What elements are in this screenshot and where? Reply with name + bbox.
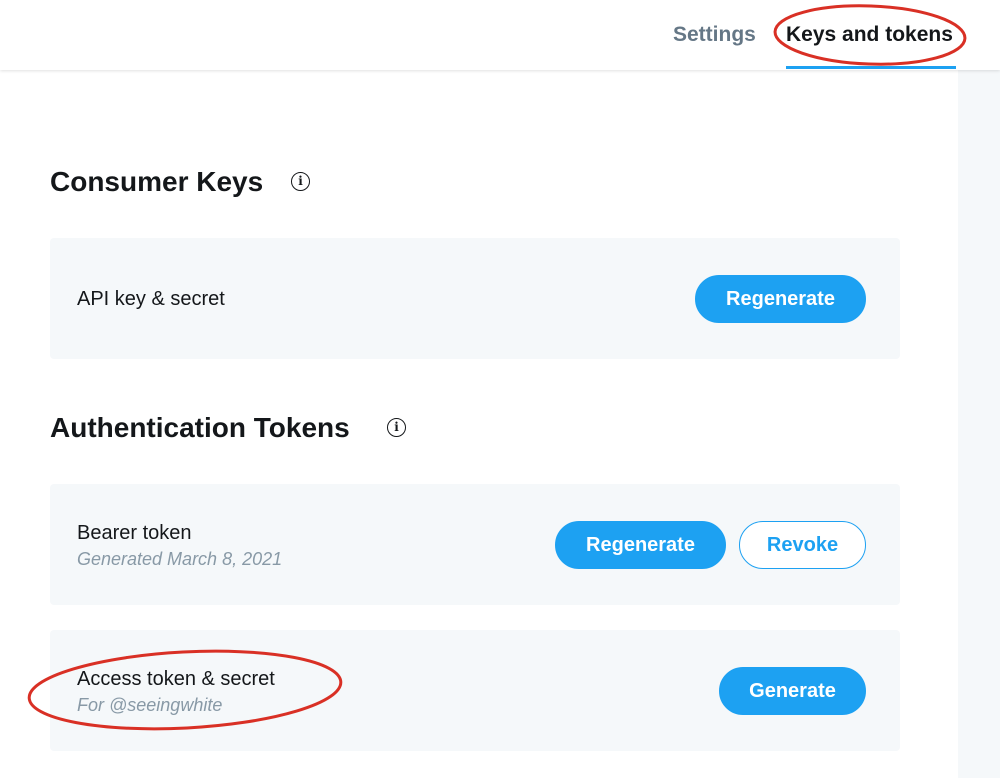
access-token-label: Access token & secret [77,668,275,690]
access-token-card: Access token & secret For @seeingwhite G… [50,630,900,751]
tab-settings[interactable]: Settings [673,22,756,48]
generate-access-token-button[interactable]: Generate [719,667,866,715]
bearer-token-date: Generated March 8, 2021 [77,549,283,569]
regenerate-bearer-button[interactable]: Regenerate [555,521,726,569]
consumer-keys-heading: Consumer Keys [50,166,264,197]
auth-tokens-heading: Authentication Tokens [50,412,350,443]
regenerate-api-key-button[interactable]: Regenerate [695,275,866,323]
api-key-label: API key & secret [77,288,225,310]
api-key-card: API key & secret Regenerate [50,238,900,359]
active-tab-indicator [786,66,956,69]
scroll-gutter [958,70,1000,778]
revoke-bearer-button[interactable]: Revoke [739,521,866,569]
header: Settings Keys and tokens [0,0,1000,70]
info-icon[interactable]: i [387,418,406,437]
tab-keys-and-tokens[interactable]: Keys and tokens [786,22,953,48]
access-token-owner: For @seeingwhite [77,695,223,715]
bearer-token-card: Bearer token Generated March 8, 2021 Reg… [50,484,900,605]
bearer-token-label: Bearer token [77,522,192,544]
info-icon[interactable]: i [291,172,310,191]
